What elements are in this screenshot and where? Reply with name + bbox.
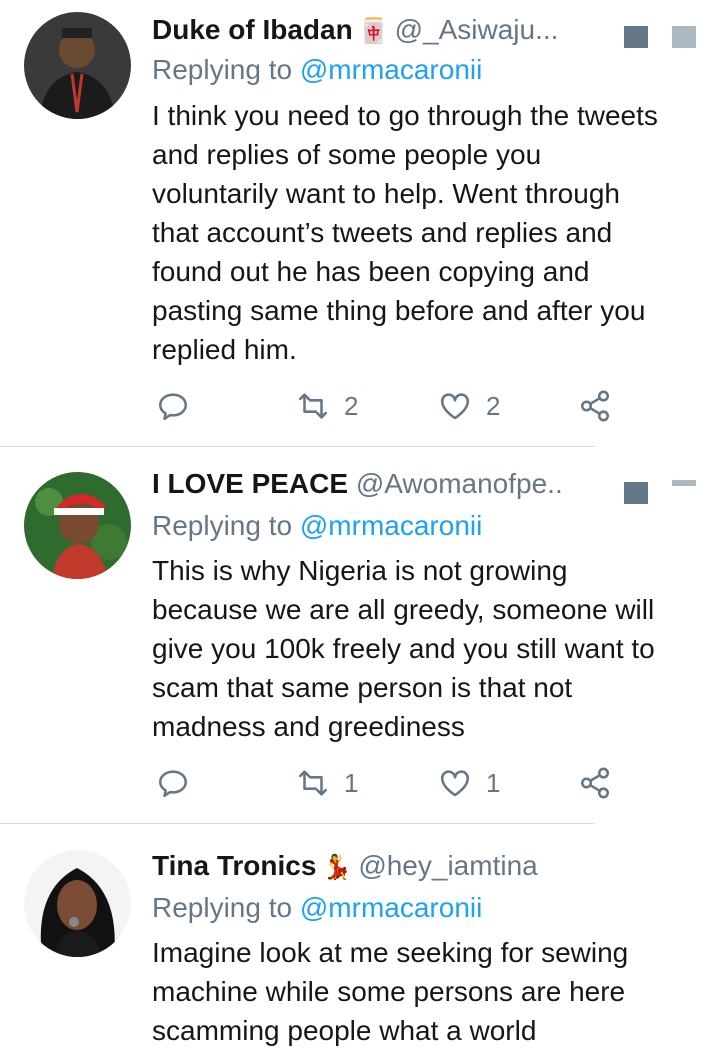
divider bbox=[0, 823, 595, 824]
share-icon bbox=[580, 390, 610, 422]
retweet-button[interactable]: 2 bbox=[296, 384, 358, 428]
like-button[interactable]: 1 bbox=[438, 761, 500, 805]
tweet-actions: 2 2 bbox=[152, 384, 622, 428]
like-icon bbox=[440, 393, 470, 420]
replying-to: Replying to @mrmacaronii bbox=[152, 510, 483, 541]
name-emoji: 🀄 bbox=[358, 18, 389, 45]
like-button[interactable]: 2 bbox=[438, 384, 500, 428]
retweet-count: 1 bbox=[344, 767, 359, 798]
tweet-header: Tina Tronics 💃 @hey_iamtina bbox=[152, 846, 538, 886]
tweet-2[interactable]: I LOVE PEACE @Awomanofpe.. Replying to @… bbox=[0, 464, 720, 814]
avatar[interactable] bbox=[24, 850, 131, 957]
user-handle[interactable]: @hey_iamtina bbox=[358, 850, 537, 881]
retweet-count: 2 bbox=[344, 390, 359, 421]
retweet-icon bbox=[298, 393, 328, 419]
retweet-icon bbox=[298, 770, 328, 796]
name-emoji: 💃 bbox=[322, 854, 353, 881]
tweet-text: I think you need to go through the tweet… bbox=[152, 100, 658, 365]
tweet-header: Duke of Ibadan 🀄 @_Asiwaju... bbox=[152, 10, 558, 50]
mention-link[interactable]: @mrmacaronii bbox=[300, 510, 482, 541]
reply-icon bbox=[158, 393, 188, 421]
reply-button[interactable] bbox=[156, 384, 190, 428]
share-button[interactable] bbox=[578, 761, 612, 805]
menu-icon[interactable] bbox=[624, 482, 648, 504]
tweet-actions: 1 1 bbox=[152, 761, 622, 805]
like-count: 2 bbox=[486, 390, 501, 421]
mention-link[interactable]: @mrmacaronii bbox=[300, 54, 482, 85]
replying-to: Replying to @mrmacaronii bbox=[152, 54, 483, 85]
tweet-text: Imagine look at me seeking for sewing ma… bbox=[152, 937, 629, 1046]
replying-to: Replying to @mrmacaronii bbox=[152, 892, 483, 923]
user-handle[interactable]: @Awomanofpe.. bbox=[356, 468, 563, 499]
share-icon bbox=[580, 767, 610, 799]
retweet-button[interactable]: 1 bbox=[296, 761, 358, 805]
like-count: 1 bbox=[486, 767, 501, 798]
tweet-text: This is why Nigeria is not growing becau… bbox=[152, 555, 655, 742]
divider bbox=[0, 446, 595, 447]
display-name[interactable]: I LOVE PEACE bbox=[152, 468, 348, 499]
user-handle[interactable]: @_Asiwaju... bbox=[395, 14, 559, 45]
like-icon bbox=[440, 770, 470, 797]
mention-link[interactable]: @mrmacaronii bbox=[300, 892, 482, 923]
reply-icon bbox=[158, 770, 188, 798]
reply-button[interactable] bbox=[156, 761, 190, 805]
menu-icon[interactable] bbox=[672, 480, 696, 486]
display-name[interactable]: Duke of Ibadan bbox=[152, 14, 353, 45]
tweet-header: I LOVE PEACE @Awomanofpe.. bbox=[152, 464, 563, 504]
tweet-1[interactable]: Duke of Ibadan 🀄 @_Asiwaju... Replying to … bbox=[0, 10, 720, 440]
tweet-3[interactable]: Tina Tronics 💃 @hey_iamtina Replying to @m… bbox=[0, 846, 720, 1046]
avatar[interactable] bbox=[24, 472, 131, 579]
menu-icon[interactable] bbox=[672, 26, 696, 48]
avatar[interactable] bbox=[24, 12, 131, 119]
menu-icon[interactable] bbox=[624, 26, 648, 48]
display-name[interactable]: Tina Tronics bbox=[152, 850, 316, 881]
share-button[interactable] bbox=[578, 384, 612, 428]
